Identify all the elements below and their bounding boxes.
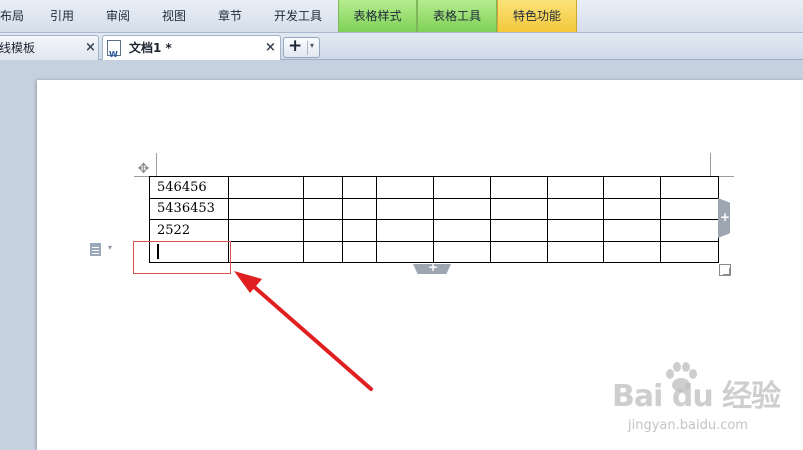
watermark-brand: Bai du 经验 xyxy=(612,379,781,414)
watermark-url: jingyan.baidu.com xyxy=(628,418,748,433)
baidu-watermark: Bai du 经验 jingyan.baidu.com xyxy=(612,355,802,450)
arrow-shaft xyxy=(250,283,373,391)
